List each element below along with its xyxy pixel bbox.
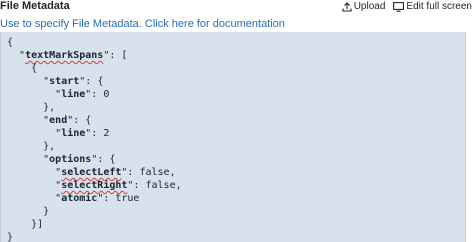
code-line-7-post: ": { <box>67 115 92 126</box>
code-line-4-pre: " <box>7 76 50 87</box>
json-editor[interactable]: { "textMarkSpans": [ { "start": { "line"… <box>0 32 466 242</box>
code-line-3: { <box>7 63 38 74</box>
code-line-12-post: ": false, <box>127 180 182 191</box>
key-end: end <box>49 115 68 126</box>
code-line-10-post: ": { <box>91 154 116 165</box>
code-line-11-pre: " <box>7 167 62 178</box>
code-line-2-pre: " <box>7 50 26 61</box>
header-actions: Upload Edit full screen <box>342 0 472 13</box>
key-end-line: line <box>61 128 86 139</box>
code-line-6: }, <box>7 102 56 113</box>
edit-full-screen-button[interactable]: Edit full screen <box>393 0 472 13</box>
code-line-13-pre: " <box>7 193 62 204</box>
upload-button[interactable]: Upload <box>342 0 386 13</box>
key-options: options <box>49 154 92 165</box>
code-line-5-post: ": 0 <box>85 89 110 100</box>
code-line-15: }] <box>7 219 44 230</box>
code-line-8-pre: " <box>7 128 62 139</box>
key-textmarkspans: textMarkSpans <box>25 50 104 61</box>
code-line-14: } <box>7 206 50 217</box>
code-line-9: }, <box>7 141 56 152</box>
key-selectleft: selectLeft <box>61 167 122 178</box>
code-line-10-pre: " <box>7 154 50 165</box>
documentation-link[interactable]: Click here for documentation <box>145 18 285 30</box>
code-line-4-post: ": { <box>79 76 104 87</box>
code-line-1: { <box>7 37 14 48</box>
edit-full-screen-label: Edit full screen <box>406 1 472 12</box>
code-line-2-post: ": [ <box>103 50 128 61</box>
documentation-hint: Use to specify File Metadata. Click here… <box>0 17 285 31</box>
code-line-11-post: ": false, <box>121 167 176 178</box>
key-atomic: atomic <box>61 193 98 204</box>
code-line-5-pre: " <box>7 89 62 100</box>
code-line-8-post: ": 2 <box>85 128 110 139</box>
json-code: { "textMarkSpans": [ { "start": { "line"… <box>7 36 182 242</box>
edit-fullscreen-icon <box>393 1 405 12</box>
code-line-7-pre: " <box>7 115 50 126</box>
upload-label: Upload <box>353 1 386 12</box>
hint-text: Use to specify File Metadata. <box>0 18 142 30</box>
section-title: File Metadata <box>0 0 70 12</box>
upload-icon <box>342 1 352 12</box>
code-line-13-post: ": true <box>97 193 140 204</box>
code-line-16: } <box>7 232 14 242</box>
file-metadata-header: File Metadata Upload Edit full screen <box>0 0 474 14</box>
code-line-12-pre: " <box>7 180 62 191</box>
key-start-line: line <box>61 89 86 100</box>
key-selectright: selectRight <box>61 180 128 191</box>
key-start: start <box>49 76 80 87</box>
